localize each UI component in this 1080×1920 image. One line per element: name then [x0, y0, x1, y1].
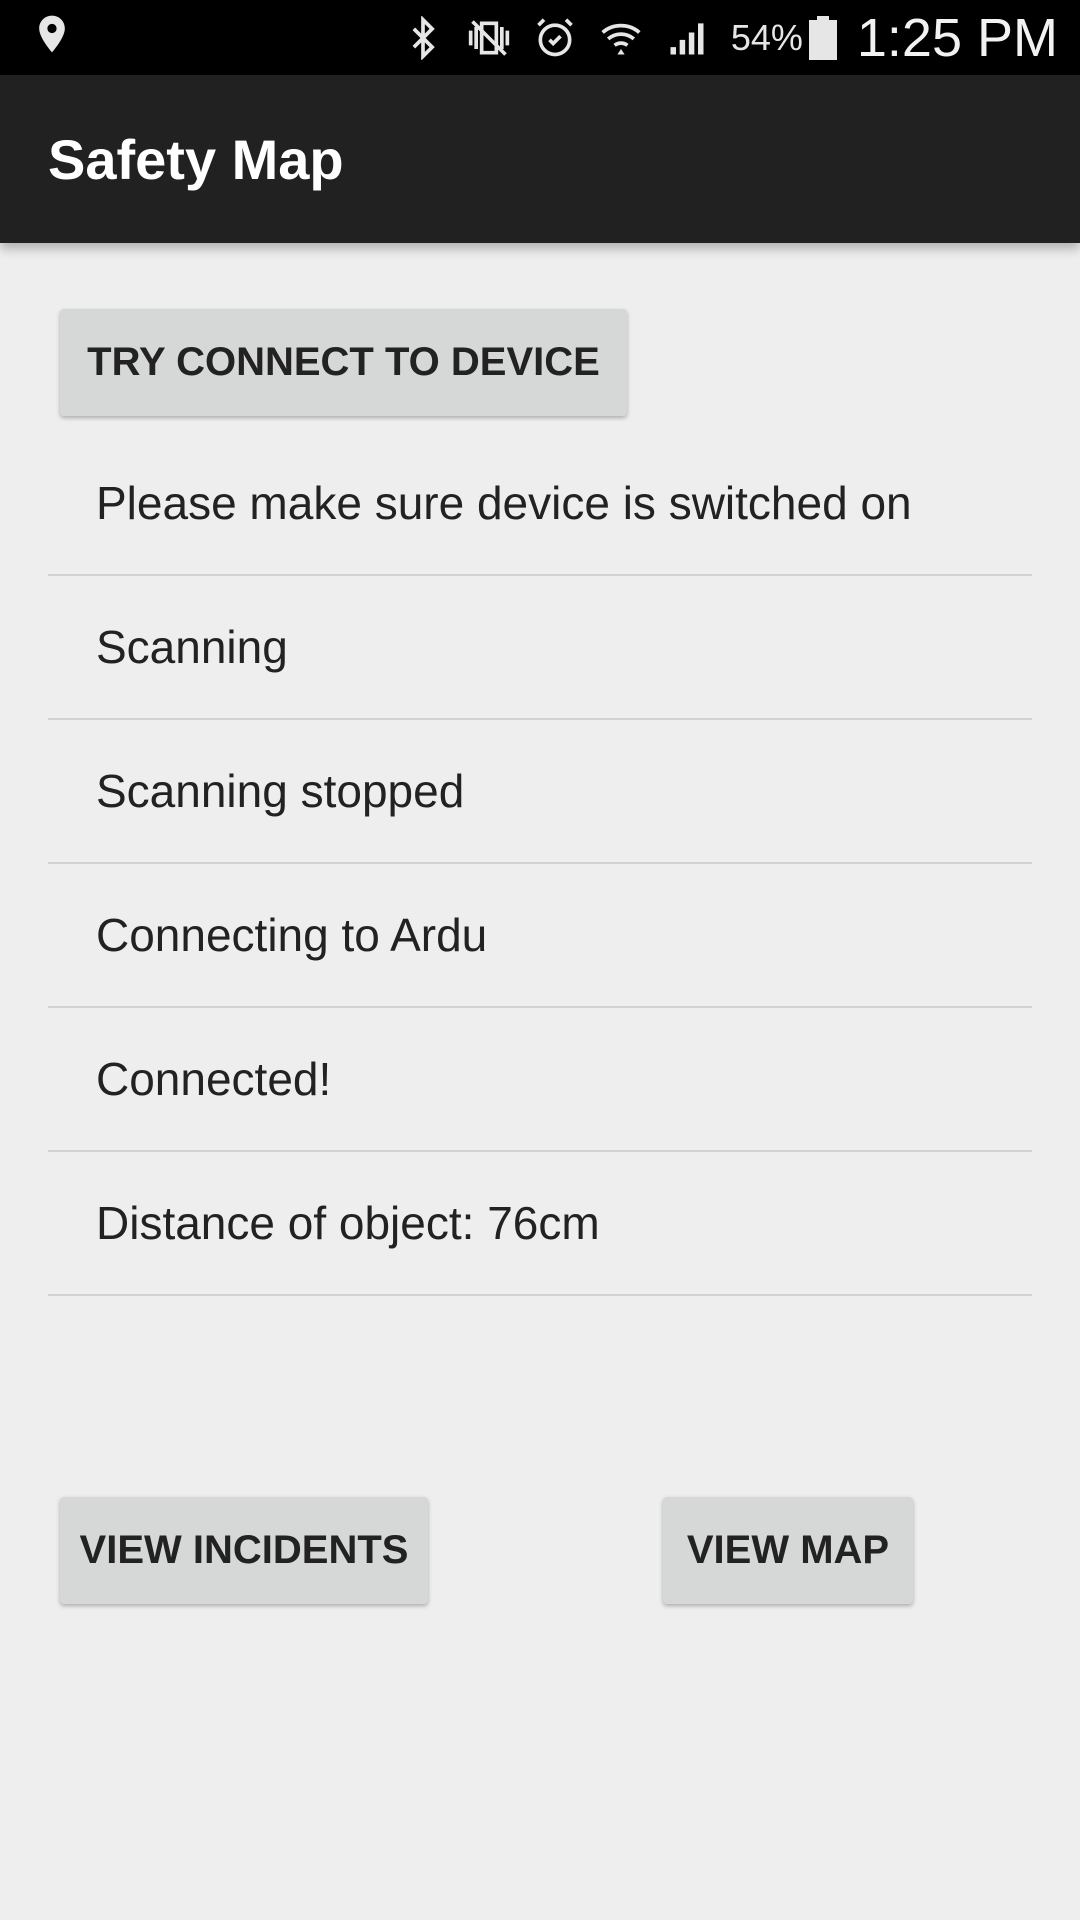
list-item: Connecting to Ardu — [48, 864, 1032, 1008]
location-pin-icon — [30, 12, 74, 56]
list-item: Scanning stopped — [48, 720, 1032, 864]
battery-percent: 54% — [730, 16, 803, 58]
try-connect-button[interactable]: TRY CONNECT TO DEVICE — [60, 309, 627, 416]
app-bar: Safety Map — [0, 75, 1080, 243]
clock: 1:25 PM — [856, 7, 1058, 68]
app-title: Safety Map — [48, 128, 344, 191]
log-list: Please make sure device is switched on S… — [48, 432, 1032, 1296]
view-map-button[interactable]: VIEW MAP — [663, 1497, 913, 1604]
bluetooth-icon — [401, 15, 445, 60]
vibrate-mute-icon — [467, 16, 511, 60]
list-item: Connected! — [48, 1008, 1032, 1152]
view-incidents-button[interactable]: VIEW INCIDENTS — [60, 1497, 428, 1604]
wifi-icon — [599, 16, 643, 60]
status-bar-right: 54% 1:25 PM — [401, 0, 1058, 75]
status-bar: 54% 1:25 PM — [0, 0, 1080, 75]
alarm-icon — [533, 16, 577, 60]
list-item: Distance of object: 76cm — [48, 1152, 1032, 1296]
list-item: Please make sure device is switched on — [48, 432, 1032, 576]
signal-icon — [665, 16, 709, 60]
list-item: Scanning — [48, 576, 1032, 720]
battery-icon — [808, 15, 837, 60]
status-bar-left — [30, 12, 96, 63]
